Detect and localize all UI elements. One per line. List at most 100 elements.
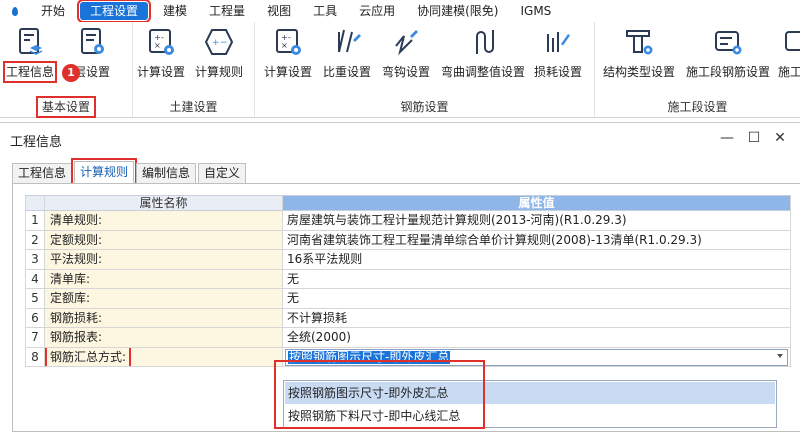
calc-settings-icon: + - ×	[143, 24, 179, 60]
density-settings-button[interactable]: 比重设置	[323, 24, 371, 86]
row-number: 1	[25, 211, 45, 230]
ribbon-group-civil: + - × 计算设置 + − 计算规则 土建设置	[133, 22, 255, 118]
segment-rebar-settings-label: 施工段钢筋设置	[686, 65, 771, 79]
civil-calc-rules-button[interactable]: + − 计算规则	[195, 24, 243, 86]
property-value[interactable]: 无	[283, 269, 791, 288]
app-logo-icon[interactable]	[0, 0, 30, 22]
dialog-title: 工程信息	[10, 135, 63, 150]
step-badge-1: 1	[62, 64, 80, 82]
row-number: 4	[25, 269, 45, 288]
ribbon-group-rebar-label: 钢筋设置	[400, 100, 449, 114]
table-row[interactable]: 4 清单库: 无	[25, 269, 791, 289]
menu-bar: 开始 工程设置 建模 工程量 视图 工具 云应用 协同建模(限免) IGMS	[0, 0, 800, 23]
row-number: 5	[25, 289, 45, 308]
loss-settings-button[interactable]: 损耗设置	[534, 24, 582, 86]
construction-label: 施工	[778, 65, 800, 79]
table-row[interactable]: 7 钢筋报表: 全统(2000)	[25, 328, 791, 348]
density-settings-label: 比重设置	[323, 65, 372, 79]
rebar-calc-settings-label: 计算设置	[264, 65, 313, 79]
table-row[interactable]: 3 平法规则: 16系平法规则	[25, 250, 791, 270]
project-info-icon	[12, 24, 48, 60]
property-value[interactable]: 全统(2000)	[283, 328, 791, 347]
menu-modeling[interactable]: 建模	[152, 2, 198, 20]
row-number: 6	[25, 308, 45, 327]
ribbon-group-civil-label: 土建设置	[169, 100, 218, 114]
menu-tools[interactable]: 工具	[302, 2, 348, 20]
svg-text:×: ×	[281, 41, 288, 50]
table-row[interactable]: 6 钢筋损耗: 不计算损耗	[25, 308, 791, 328]
tab-compile-info[interactable]: 编制信息	[136, 163, 197, 183]
svg-text:+: +	[212, 38, 220, 48]
property-name: 定额规则:	[45, 230, 283, 249]
tab-custom[interactable]: 自定义	[198, 163, 247, 183]
ribbon-group-basic-label: 基本设置	[35, 96, 97, 118]
structure-type-settings-button[interactable]: 结构类型设置	[603, 24, 675, 86]
tab-project-info[interactable]: 工程信息	[12, 163, 73, 183]
calc-rules-icon: + −	[201, 24, 237, 60]
table-row[interactable]: 2 定额规则: 河南省建筑装饰工程工程量清单综合单价计算规则(2008)-13清…	[25, 230, 791, 250]
menu-igms[interactable]: IGMS	[509, 2, 562, 20]
project-info-button[interactable]: 工程信息	[2, 24, 58, 86]
construction-button[interactable]: 施工	[778, 24, 800, 86]
property-value[interactable]: 16系平法规则	[283, 250, 791, 269]
ribbon-group-rebar: + - × 计算设置 比重设置 弯钩设置 弯曲调整值设置 损耗设置 钢筋设置	[255, 22, 595, 118]
menu-view[interactable]: 视图	[256, 2, 302, 20]
bend-adjust-icon	[465, 24, 501, 60]
tab-calc-rules[interactable]: 计算规则	[71, 158, 138, 186]
project-info-label: 工程信息	[2, 61, 58, 83]
segment-rebar-settings-button[interactable]: 施工段钢筋设置	[686, 24, 770, 86]
close-button[interactable]: ✕	[771, 129, 789, 147]
chevron-down-icon[interactable]	[777, 353, 783, 358]
menu-collab[interactable]: 协同建模(限免)	[406, 2, 509, 20]
row-number: 8	[25, 347, 45, 366]
loss-settings-icon	[540, 24, 576, 60]
property-grid: 属性名称 属性值 1 清单规则: 房屋建筑与装饰工程计量规范计算规则(2013-…	[25, 195, 791, 367]
property-name: 清单库:	[45, 269, 283, 288]
property-name: 钢筋损耗:	[45, 308, 283, 327]
bend-adjust-settings-button[interactable]: 弯曲调整值设置	[441, 24, 525, 86]
construction-icon	[778, 24, 800, 60]
floor-settings-icon	[74, 24, 110, 60]
svg-text:-: -	[161, 33, 164, 42]
property-value[interactable]: 房屋建筑与装饰工程计量规范计算规则(2013-河南)(R1.0.29.3)	[283, 211, 791, 230]
rebar-calc-settings-button[interactable]: + - × 计算设置	[264, 24, 312, 86]
civil-calc-rules-label: 计算规则	[195, 65, 244, 79]
property-name: 平法规则:	[45, 250, 283, 269]
density-settings-icon	[329, 24, 365, 60]
table-row[interactable]: 5 定额库: 无	[25, 289, 791, 309]
calc-settings-icon: + - ×	[270, 24, 306, 60]
structure-type-icon	[621, 24, 657, 60]
dropdown-highlight-box	[274, 360, 485, 429]
property-value[interactable]: 河南省建筑装饰工程工程量清单综合单价计算规则(2008)-13清单(R1.0.2…	[283, 230, 791, 249]
ribbon-group-segment-label: 施工段设置	[667, 100, 728, 114]
maximize-button[interactable]: ☐	[745, 129, 763, 147]
svg-text:×: ×	[154, 41, 161, 50]
row-number: 2	[25, 230, 45, 249]
civil-calc-settings-button[interactable]: + - × 计算设置	[137, 24, 185, 86]
grid-header: 属性名称 属性值	[25, 195, 791, 211]
ribbon: 工程信息 层设置 基本设置 + - × 计算设置 + − 计算规则 土建设置 +…	[0, 22, 800, 118]
hook-settings-button[interactable]: 弯钩设置	[382, 24, 430, 86]
menu-quantities[interactable]: 工程量	[198, 2, 256, 20]
floor-settings-button[interactable]: 层设置	[74, 24, 110, 86]
menu-cloud[interactable]: 云应用	[348, 2, 406, 20]
svg-text:-: -	[288, 33, 291, 42]
minimize-button[interactable]: —	[718, 129, 736, 147]
grid-header-value: 属性值	[283, 196, 791, 210]
civil-calc-settings-label: 计算设置	[137, 65, 186, 79]
grid-header-name: 属性名称	[45, 196, 283, 210]
row-number: 3	[25, 250, 45, 269]
row-number: 7	[25, 328, 45, 347]
grid-header-num	[25, 196, 45, 210]
svg-text:−: −	[220, 38, 228, 48]
dialog-tabs: 工程信息 计算规则 编制信息 自定义	[12, 158, 248, 186]
menu-project-settings[interactable]: 工程设置	[77, 0, 152, 23]
loss-settings-label: 损耗设置	[534, 65, 583, 79]
property-name: 钢筋汇总方式:	[45, 347, 283, 366]
menu-start[interactable]: 开始	[30, 2, 76, 20]
structure-type-settings-label: 结构类型设置	[603, 65, 676, 79]
property-value[interactable]: 不计算损耗	[283, 308, 791, 327]
property-value[interactable]: 无	[283, 289, 791, 308]
table-row[interactable]: 1 清单规则: 房屋建筑与装饰工程计量规范计算规则(2013-河南)(R1.0.…	[25, 211, 791, 231]
ribbon-group-segment: 结构类型设置 施工段钢筋设置 施工 施工段设置	[595, 22, 800, 118]
